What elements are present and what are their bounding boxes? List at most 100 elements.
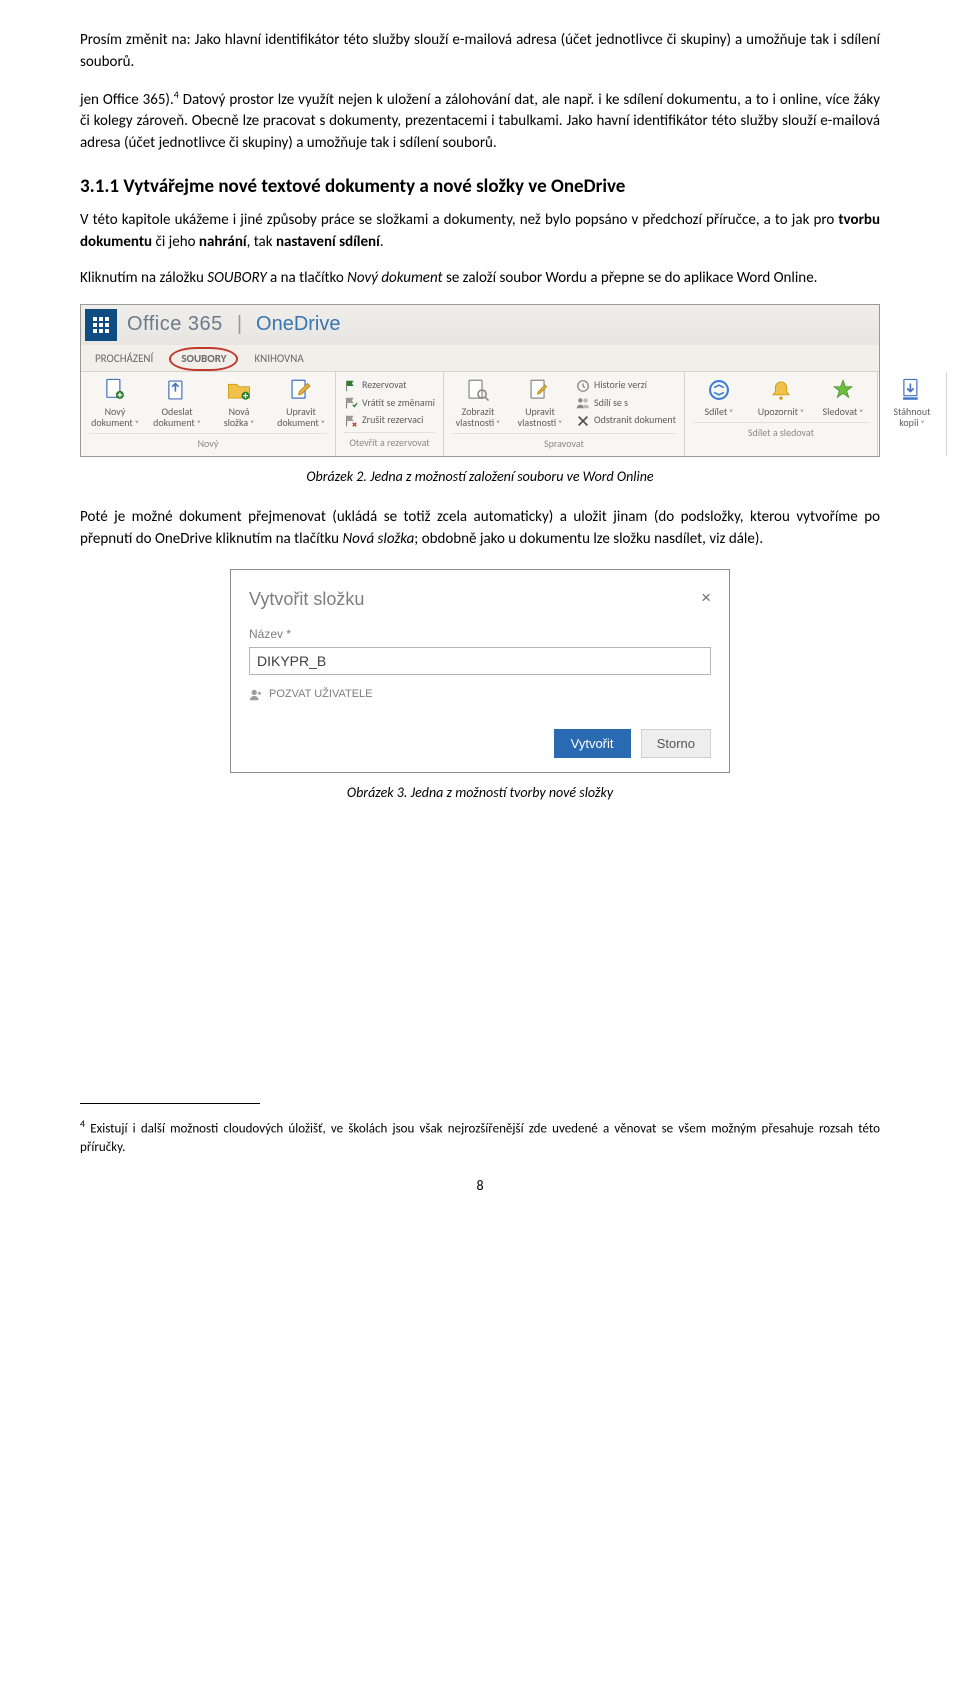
brand-office365: Office 365 (127, 310, 223, 339)
paragraph-5: Poté je možné dokument přejmenovat (uklá… (80, 507, 880, 551)
brand-separator: | (237, 310, 242, 339)
tab-knihovna[interactable]: KNIHOVNA (240, 345, 317, 372)
folder-new-icon (225, 376, 253, 404)
ribbon-tabs: PROCHÁZENÍ SOUBORY KNIHOVNA (81, 345, 879, 373)
p4-i2: Nový dokument (347, 269, 442, 287)
sdilet-button[interactable]: Sdílet ˅ (693, 376, 745, 418)
label: Upozornit ˅ (758, 406, 804, 418)
label: Novýdokument ˅ (91, 406, 139, 429)
sdili-se-s-button[interactable]: Sdílí se s (576, 396, 676, 411)
label: Upravitdokument ˅ (277, 406, 325, 429)
create-folder-dialog: Vytvořit složku × Název * POZVAT UŽIVATE… (230, 569, 730, 773)
heading-3-1-1: 3.1.1 Vytvářejme nové textové dokumenty … (80, 173, 880, 201)
stahnout-kopii-button[interactable]: Stáhnoutkopii ˅ (886, 376, 938, 429)
p4-a: Kliknutím na záložku (80, 269, 207, 287)
doc-up-icon (163, 376, 191, 404)
odstranit-dokument-button[interactable]: Odstranit dokument (576, 413, 676, 428)
doc-new-icon (101, 376, 129, 404)
p4-i1: SOUBORY (207, 269, 266, 287)
vratit-se-zmenami-button[interactable]: Vrátit se změnami (344, 396, 435, 411)
dialog-close-icon[interactable]: × (701, 586, 711, 611)
tab-soubory[interactable]: SOUBORY (167, 345, 240, 372)
flag-check-icon (344, 396, 358, 410)
p3-b2: nahrání (199, 233, 247, 251)
ribbon-group: Sdílet ˅ Upozornit ˅ Sledovat ˅ Sdílet a sl… (685, 372, 878, 455)
p4-b: a na tlačítko (267, 269, 348, 287)
label: Vrátit se změnami (362, 396, 435, 411)
p5-b: ; obdobně jako u dokumentu lze složku na… (414, 530, 763, 548)
brand-text: Office 365 | OneDrive (127, 310, 341, 339)
brand-onedrive: OneDrive (256, 310, 340, 339)
ribbon-group: Stáhnoutkopii ˅ (878, 372, 947, 455)
p5-i1: Nová složka (342, 530, 414, 548)
dialog-title: Vytvořit složku (249, 586, 364, 612)
people-icon (576, 396, 590, 410)
alert-icon (767, 376, 795, 404)
app-launcher-icon[interactable] (85, 309, 117, 341)
group-label: Otevřít a rezervovat (344, 432, 435, 453)
odeslat-dokument-button[interactable]: Odeslatdokument ˅ (151, 376, 203, 429)
group-label: Sdílet a sledovat (693, 422, 869, 443)
footnote-separator (80, 1103, 260, 1104)
paragraph-3: V této kapitole ukážeme i jiné způsoby p… (80, 210, 880, 254)
paragraph-4: Kliknutím na záložku SOUBORY a na tlačít… (80, 268, 880, 290)
upravit-vlastnosti-button[interactable]: Upravitvlastnosti ˅ (514, 376, 566, 429)
upozornit-button[interactable]: Upozornit ˅ (755, 376, 807, 418)
create-button[interactable]: Vytvořit (554, 729, 631, 758)
cancel-button[interactable]: Storno (641, 729, 711, 758)
label: Historie verzí (594, 378, 647, 393)
footnote-text: Existují i další možnosti cloudových úlo… (80, 1122, 880, 1156)
zrusit-rezervaci-button[interactable]: Zrušit rezervaci (344, 413, 435, 428)
ribbon-group: Novýdokument ˅ Odeslatdokument ˅ Novásložk… (81, 372, 336, 455)
dialog-name-label: Název * (249, 626, 711, 643)
rezervovat-button[interactable]: Rezervovat (344, 378, 435, 393)
tab-prochazeni[interactable]: PROCHÁZENÍ (81, 345, 167, 372)
view-icon (464, 376, 492, 404)
group-label: Nový (89, 433, 327, 454)
label: Sdílet ˅ (705, 406, 734, 418)
nova-slozka-button[interactable]: Novásložka ˅ (213, 376, 265, 429)
label: Stáhnoutkopii ˅ (893, 406, 930, 429)
historie-verzi-button[interactable]: Historie verzí (576, 378, 676, 393)
caption-2: Obrázek 2. Jedna z možností založení sou… (80, 467, 880, 487)
p3-e: . (380, 233, 384, 251)
doc-edit-icon (287, 376, 315, 404)
novy-dokument-button[interactable]: Novýdokument ˅ (89, 376, 141, 429)
share-icon (705, 376, 733, 404)
label: Rezervovat (362, 378, 406, 393)
p4-c: se založí soubor Wordu a přepne se do ap… (443, 269, 818, 287)
p2-a: jen Office 365). (80, 91, 174, 109)
flag-x-icon (344, 414, 358, 428)
group-label: Spravovat (452, 433, 676, 454)
ribbon-screenshot: Office 365 | OneDrive PROCHÁZENÍ SOUBORY… (80, 304, 880, 457)
download-icon (898, 376, 926, 404)
label: Sledovat ˅ (822, 406, 863, 418)
zobrazit-vlastnosti-button[interactable]: Zobrazitvlastnosti ˅ (452, 376, 504, 429)
p3-b3: nastavení sdílení (276, 233, 380, 251)
ribbon-group: Rezervovat Vrátit se změnami Zrušit rezerv… (336, 372, 444, 455)
p2-b: Datový prostor lze využít nejen k uložen… (80, 91, 880, 153)
label: Novásložka ˅ (224, 406, 255, 429)
page-number: 8 (80, 1176, 880, 1196)
folder-name-input[interactable] (249, 647, 711, 675)
note-paragraph: Prosím změnit na: Jako hlavní identifiká… (80, 30, 880, 74)
label: Zrušit rezervaci (362, 413, 423, 428)
p3-c: či jeho (152, 233, 199, 251)
invite-users-link[interactable]: POZVAT UŽIVATELE (249, 687, 711, 703)
invite-label: POZVAT UŽIVATELE (269, 687, 373, 703)
ribbon-group: Zobrazitvlastnosti ˅ Upravitvlastnosti ˅ H… (444, 372, 685, 455)
history-icon (576, 379, 590, 393)
label: Zobrazitvlastnosti ˅ (456, 406, 501, 429)
invite-icon (249, 688, 263, 702)
p3-a: V této kapitole ukážeme i jiné způsoby p… (80, 211, 838, 229)
brand-bar: Office 365 | OneDrive (81, 305, 879, 345)
label: Upravitvlastnosti ˅ (518, 406, 563, 429)
upravit-dokument-button[interactable]: Upravitdokument ˅ (275, 376, 327, 429)
sledovat-button[interactable]: Sledovat ˅ (817, 376, 869, 418)
delete-icon (576, 414, 590, 428)
p3-d: , tak (247, 233, 276, 251)
paragraph-2: jen Office 365).4 Datový prostor lze vyu… (80, 88, 880, 155)
label: Odeslatdokument ˅ (153, 406, 201, 429)
flag-green-icon (344, 379, 358, 393)
ribbon-groups: Novýdokument ˅ Odeslatdokument ˅ Novásložk… (81, 372, 879, 455)
